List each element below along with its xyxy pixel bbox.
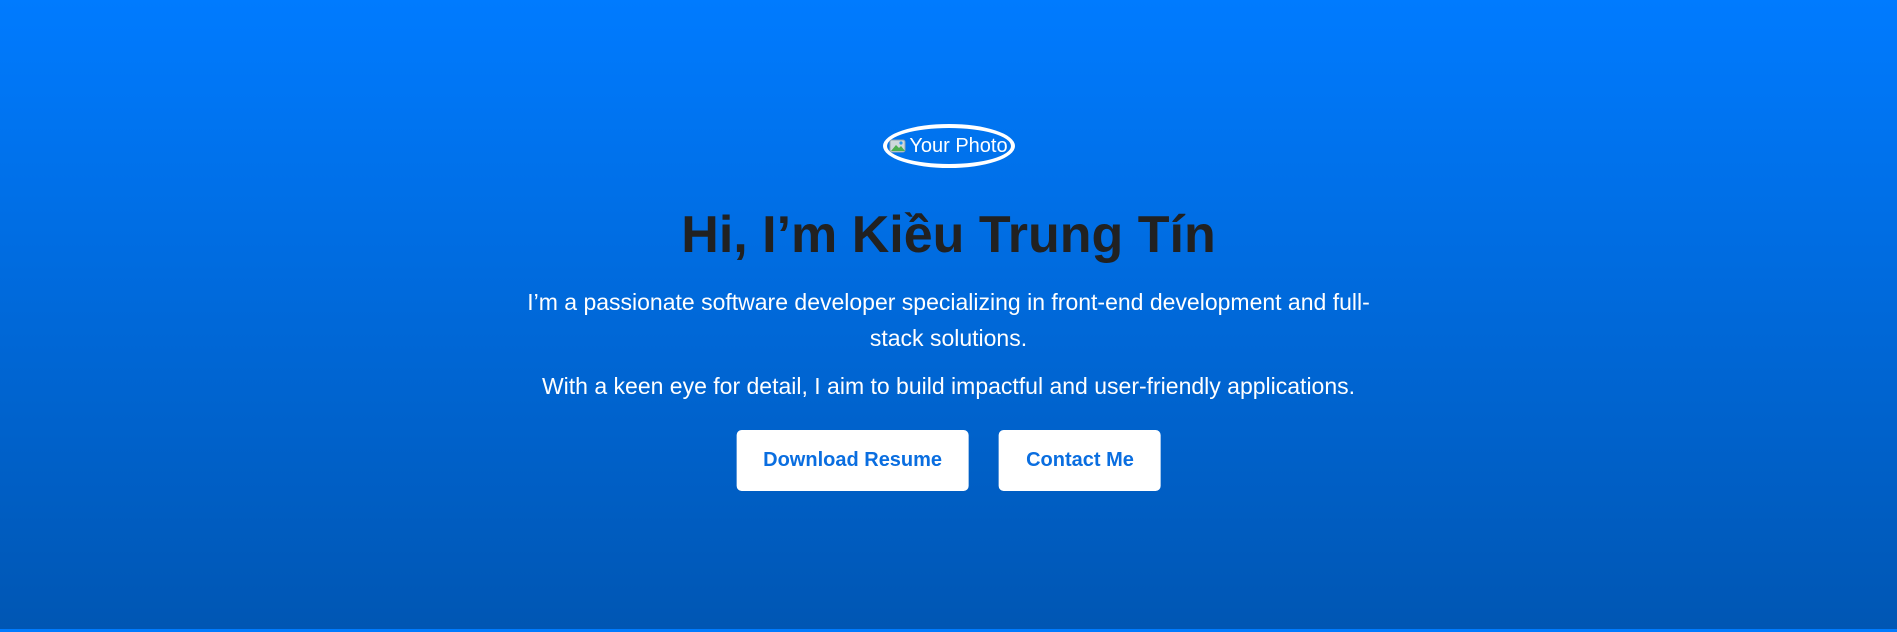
contact-me-button[interactable]: Contact Me (999, 430, 1161, 491)
photo-alt-text: Your Photo (909, 134, 1008, 157)
broken-image-icon (889, 139, 906, 153)
profile-photo: Your Photo (882, 124, 1015, 168)
intro-paragraph: I’m a passionate software developer spec… (527, 289, 1370, 351)
cta-buttons: Download Resume Contact Me (736, 430, 1161, 491)
download-resume-button[interactable]: Download Resume (736, 430, 970, 491)
page-title: Hi, I’m Kiều Trung Tín (681, 206, 1216, 264)
secondary-paragraph: With a keen eye for detail, I aim to bui… (541, 373, 1356, 399)
hero-section: Your Photo Hi, I’m Kiều Trung Tín I’m a … (0, 0, 1897, 632)
